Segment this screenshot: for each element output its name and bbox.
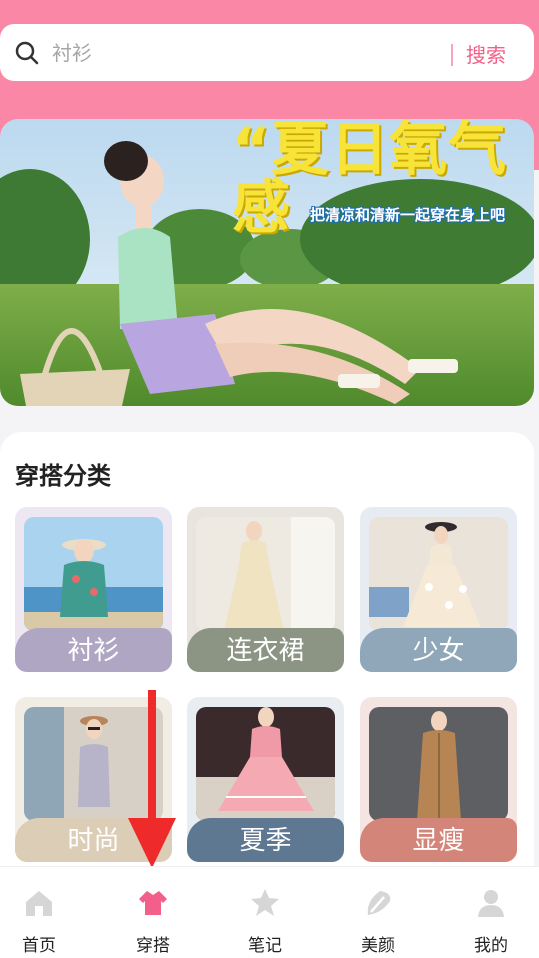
search-icon [15, 41, 39, 65]
search-bar: 搜索 [0, 24, 534, 81]
category-tile-girl[interactable]: 少女 [360, 507, 517, 672]
nav-label: 穿搭 [136, 936, 170, 956]
category-label: 连衣裙 [187, 628, 344, 672]
nav-item-notes[interactable]: 笔记 [215, 867, 315, 958]
nav-item-beauty[interactable]: 美颜 [328, 867, 428, 958]
promo-banner[interactable]: “夏日氧气感 把清凉和清新一起穿在身上吧 [0, 119, 534, 406]
category-tile-summer[interactable]: 夏季 [187, 697, 344, 862]
outfit-icon [139, 891, 167, 915]
nav-item-outfit[interactable]: 穿搭 [103, 867, 203, 958]
beauty-icon [367, 891, 391, 915]
nav-label: 美颜 [361, 936, 395, 956]
section-title: 穿搭分类 [15, 462, 111, 490]
search-input[interactable] [52, 36, 432, 70]
nav-item-home[interactable]: 首页 [0, 867, 89, 958]
category-photo [196, 707, 335, 821]
category-photo [24, 517, 163, 631]
category-photo [369, 707, 508, 821]
arrow-pointer-icon [128, 690, 176, 868]
nav-label: 我的 [474, 936, 508, 956]
search-divider [451, 44, 453, 66]
category-label: 衬衫 [15, 628, 172, 672]
category-label: 夏季 [187, 818, 344, 862]
banner-subtitle: 把清凉和清新一起穿在身上吧 [310, 206, 506, 224]
category-tile-shirt[interactable]: 衬衫 [15, 507, 172, 672]
category-label: 少女 [360, 628, 517, 672]
notes-icon [251, 889, 279, 916]
bottom-nav: 首页 穿搭 笔记 美颜 我的 [0, 866, 539, 958]
category-label: 显瘦 [360, 818, 517, 862]
category-tile-slim[interactable]: 显瘦 [360, 697, 517, 862]
category-photo [369, 517, 508, 631]
search-button[interactable]: 搜索 [466, 37, 526, 69]
home-icon [26, 891, 52, 916]
nav-label: 笔记 [248, 936, 282, 956]
profile-icon [478, 890, 504, 917]
nav-label: 首页 [22, 936, 56, 956]
category-photo [196, 517, 335, 631]
nav-item-profile[interactable]: 我的 [441, 867, 539, 958]
category-tile-dress[interactable]: 连衣裙 [187, 507, 344, 672]
